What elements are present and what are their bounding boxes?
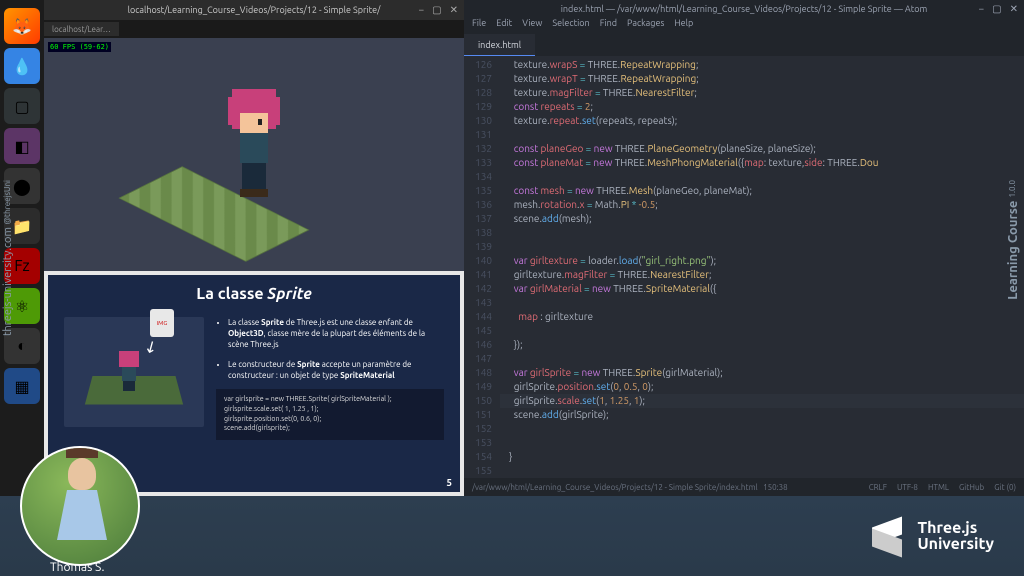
- author-avatar: [20, 446, 140, 566]
- browser-tab[interactable]: localhost/Lear…: [44, 22, 119, 36]
- menu-item[interactable]: Edit: [496, 18, 512, 34]
- left-watermark: threejs-university.com @threejsUni: [2, 180, 14, 336]
- status-item[interactable]: GitHub: [959, 483, 984, 492]
- editor-tab[interactable]: index.html: [464, 34, 535, 56]
- maximize-icon[interactable]: ▢: [992, 3, 1001, 15]
- slide-text: La classe Sprite de Three.js est une cla…: [216, 317, 444, 440]
- cube-icon: [867, 516, 907, 556]
- fps-counter: 60 FPS (59-62): [48, 42, 111, 52]
- menu-item[interactable]: View: [522, 18, 542, 34]
- girl-sprite: [214, 89, 294, 209]
- close-icon[interactable]: ✕: [1010, 3, 1018, 15]
- code-area[interactable]: texture.wrapS = THREE.RepeatWrapping; te…: [500, 56, 1024, 478]
- status-item[interactable]: UTF-8: [897, 483, 918, 492]
- maximize-icon[interactable]: ▢: [432, 4, 441, 16]
- app-icon[interactable]: ▦: [4, 368, 40, 404]
- firefox-icon[interactable]: 🦊: [4, 8, 40, 44]
- threejs-canvas[interactable]: 60 FPS (59-62): [44, 38, 464, 271]
- minimize-icon[interactable]: −: [979, 3, 985, 15]
- editor-menubar: File Edit View Selection Find Packages H…: [464, 18, 1024, 34]
- app-icon[interactable]: 💧: [4, 48, 40, 84]
- minimize-icon[interactable]: −: [419, 4, 425, 16]
- slide-page-number: 5: [446, 477, 452, 488]
- menu-item[interactable]: Packages: [627, 18, 664, 34]
- app-icon[interactable]: ◧: [4, 128, 40, 164]
- author-name: Thomas S.: [50, 561, 104, 574]
- editor-body[interactable]: 126 127 128 129 130 131 132 133 134 135 …: [464, 56, 1024, 478]
- slide-title: La classe Sprite: [64, 285, 444, 303]
- editor-titlebar: index.html — /var/www/html/Learning_Cour…: [464, 0, 1024, 18]
- close-icon[interactable]: ✕: [450, 4, 458, 16]
- threejs-university-logo: Three.jsUniversity: [867, 516, 994, 556]
- status-item[interactable]: CRLF: [869, 483, 887, 492]
- right-watermark: Learning Course 1.0.0: [1006, 180, 1020, 300]
- terminal-icon[interactable]: ▢: [4, 88, 40, 124]
- menu-item[interactable]: Find: [600, 18, 617, 34]
- video-footer: Thomas S. Three.jsUniversity: [0, 496, 1024, 576]
- menu-item[interactable]: Selection: [552, 18, 589, 34]
- status-item[interactable]: HTML: [928, 483, 949, 492]
- slide-diagram: IMG ↙: [64, 317, 204, 427]
- atom-editor: index.html — /var/www/html/Learning_Cour…: [464, 0, 1024, 496]
- menu-item[interactable]: File: [472, 18, 486, 34]
- editor-statusbar: /var/www/html/Learning_Course_Videos/Pro…: [464, 478, 1024, 496]
- slide-code: var girlsprite = new THREE.Sprite( girlS…: [216, 389, 444, 440]
- browser-titlebar: localhost/Learning_Course_Videos/Project…: [44, 0, 464, 20]
- menu-item[interactable]: Help: [674, 18, 693, 34]
- browser-window: localhost/Learning_Course_Videos/Project…: [44, 0, 464, 271]
- line-gutter: 126 127 128 129 130 131 132 133 134 135 …: [464, 56, 500, 478]
- status-item[interactable]: Git (0): [994, 483, 1016, 492]
